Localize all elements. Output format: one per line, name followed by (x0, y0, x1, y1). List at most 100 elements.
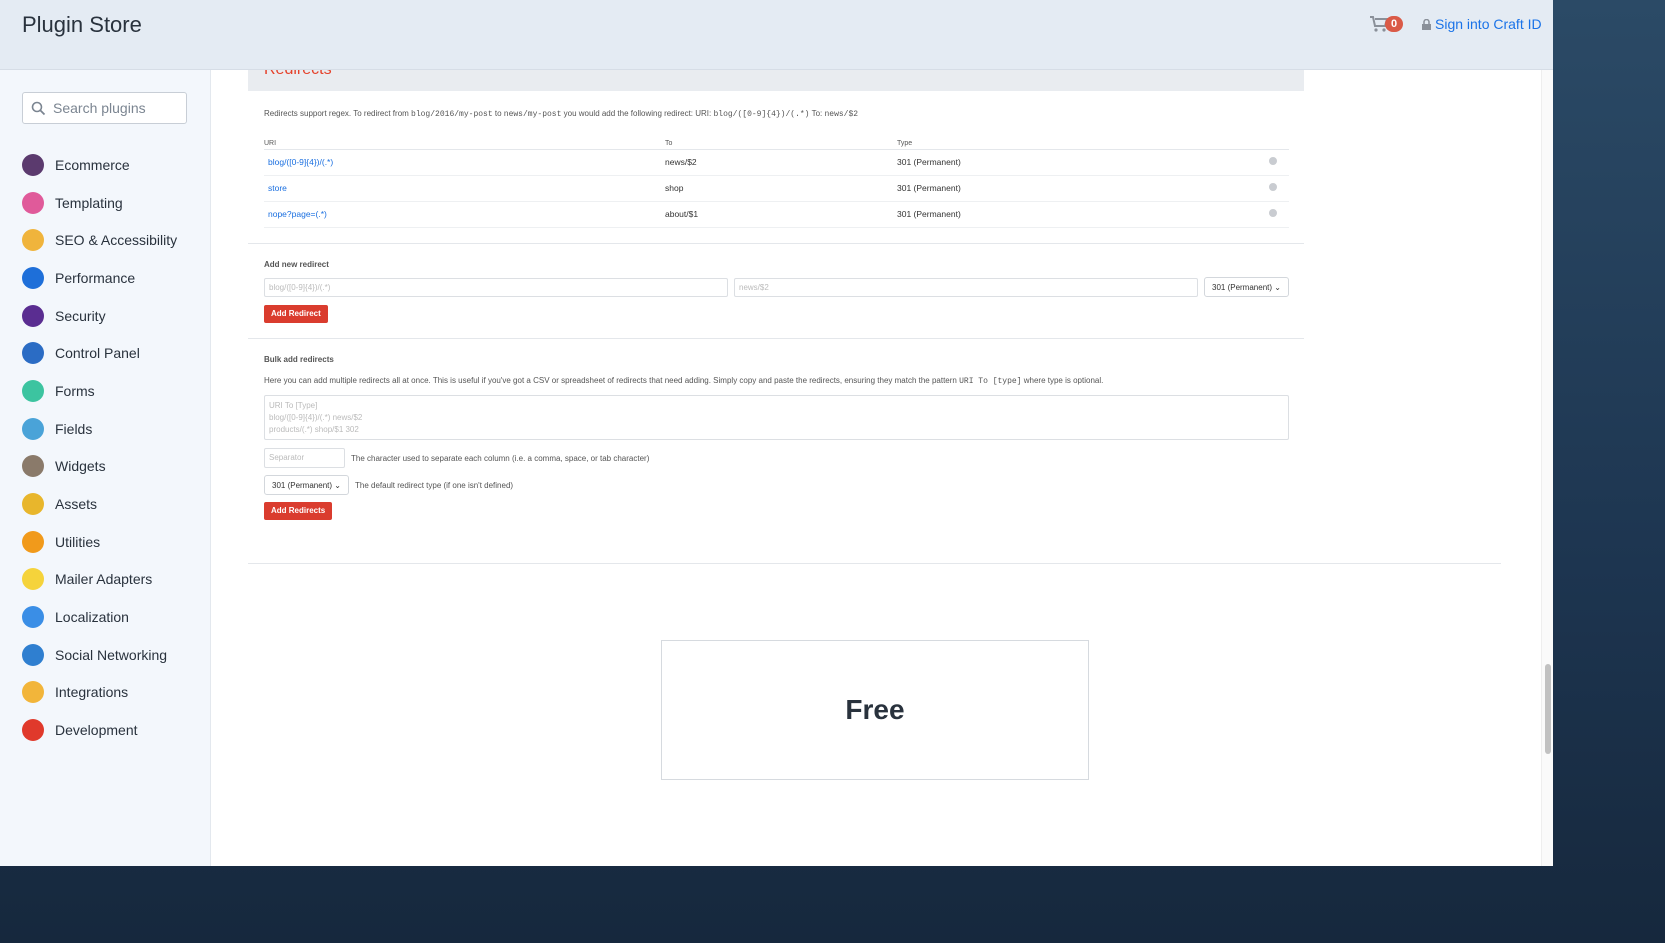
sidebar-item-label: Widgets (55, 458, 106, 475)
desc-code: URI To [type] (959, 377, 1022, 386)
separator-help: The character used to separate each colu… (351, 454, 650, 463)
sidebar-item-utilities[interactable]: Utilities (22, 523, 177, 561)
remove-icon[interactable] (1269, 209, 1277, 217)
redirect-to: about/$1 (665, 201, 897, 228)
main-content: Redirects Redirects support regex. To re… (211, 70, 1539, 866)
remove-icon[interactable] (1269, 157, 1277, 165)
desc-text: to (492, 109, 504, 118)
sidebar-item-widgets[interactable]: Widgets (22, 448, 177, 486)
sidebar-item-assets[interactable]: Assets (22, 485, 177, 523)
cart-count-badge: 0 (1385, 16, 1404, 32)
app-window: Plugin Store 0 Sign into Craft ID Search… (0, 0, 1553, 866)
table-row: nope?page=(.*) about/$1 301 (Permanent) (264, 201, 1289, 228)
sidebar-item-label: Assets (55, 496, 98, 513)
default-type-value: 301 (Permanent) (272, 481, 333, 490)
bulk-textarea[interactable]: URI To [Type] blog/([0-9]{4})/(.*) news/… (264, 395, 1289, 440)
divider (248, 563, 1501, 564)
redirect-uri-link[interactable]: nope?page=(.*) (264, 209, 327, 219)
sidebar-item-social-networking[interactable]: Social Networking (22, 636, 177, 674)
bulk-description: Here you can add multiple redirects all … (264, 376, 1103, 386)
redirects-title: Redirects (264, 70, 332, 79)
cart-button[interactable]: 0 (1370, 16, 1404, 32)
sidebar-item-label: Localization (55, 609, 129, 626)
type-help: The default redirect type (if one isn't … (355, 481, 514, 490)
type-select-value: 301 (Permanent) (1212, 283, 1273, 292)
redirects-header: Redirects (248, 70, 1304, 91)
performance-icon (22, 266, 44, 289)
sidebar-item-label: Integrations (55, 684, 129, 701)
add-new-label: Add new redirect (264, 260, 329, 269)
desc-text: Redirects support regex. To redirect fro… (264, 109, 412, 118)
seo-accessibility-icon (22, 229, 44, 252)
sidebar-item-forms[interactable]: Forms (22, 372, 177, 410)
sidebar-item-label: Forms (55, 382, 95, 399)
widgets-icon (22, 455, 44, 478)
templating-icon (22, 191, 44, 214)
redirects-panel: Redirects Redirects support regex. To re… (248, 70, 1304, 520)
integrations-icon (22, 681, 44, 704)
desc-code: news/my-post (503, 110, 562, 119)
sidebar-item-development[interactable]: Development (22, 711, 177, 749)
desc-code: blog/2016/my-post (411, 110, 493, 119)
divider (248, 243, 1304, 244)
sidebar-item-localization[interactable]: Localization (22, 598, 177, 636)
localization-icon (22, 606, 44, 629)
to-input[interactable]: news/$2 (734, 278, 1198, 297)
redirect-to: news/$2 (665, 149, 897, 176)
sidebar-item-security[interactable]: Security (22, 297, 177, 335)
sign-in-link[interactable]: Sign into Craft ID (1422, 16, 1542, 32)
redirect-uri-link[interactable]: store (264, 183, 287, 193)
forms-icon (22, 379, 44, 402)
sidebar-item-integrations[interactable]: Integrations (22, 674, 177, 712)
sidebar-item-performance[interactable]: Performance (22, 259, 177, 297)
add-redirects-button[interactable]: Add Redirects (264, 502, 333, 520)
sidebar-item-mailer-adapters[interactable]: Mailer Adapters (22, 561, 177, 599)
desc-text: To: (809, 109, 825, 118)
pricing-box: Free (661, 640, 1089, 780)
assets-icon (22, 493, 44, 516)
mailer-adapters-icon (22, 568, 44, 591)
scrollbar[interactable] (1541, 70, 1553, 866)
desc-code: news/$2 (824, 110, 859, 119)
column-header-uri: URI (264, 138, 665, 150)
sidebar-item-seo-accessibility[interactable]: SEO & Accessibility (22, 221, 177, 259)
redirect-type: 301 (Permanent) (897, 175, 1269, 202)
sidebar-item-ecommerce[interactable]: Ecommerce (22, 146, 177, 184)
redirects-table: URI To Type blog/([0-9]{4})/(.*) news/$2 301… (264, 138, 1289, 228)
lock-icon (1422, 18, 1431, 30)
default-type-select[interactable]: 301 (Permanent) ⌄ (264, 475, 349, 495)
sidebar-item-label: Control Panel (55, 345, 140, 362)
redirect-uri-link[interactable]: blog/([0-9]{4})/(.*) (264, 157, 333, 167)
desc-text: you would add the following redirect: UR… (561, 109, 714, 118)
development-icon (22, 719, 44, 742)
sidebar-item-templating[interactable]: Templating (22, 184, 177, 222)
fields-icon (22, 417, 44, 440)
table-row: store shop 301 (Permanent) (264, 175, 1289, 202)
sidebar-item-label: Templating (55, 194, 123, 211)
sidebar-item-control-panel[interactable]: Control Panel (22, 334, 177, 372)
search-input[interactable]: Search plugins (22, 92, 187, 124)
sidebar-item-fields[interactable]: Fields (22, 410, 177, 448)
scrollbar-thumb[interactable] (1545, 664, 1551, 754)
remove-icon[interactable] (1269, 183, 1277, 191)
desc-text: Here you can add multiple redirects all … (264, 376, 960, 385)
separator-input[interactable]: Separator (264, 448, 345, 468)
redirect-type: 301 (Permanent) (897, 201, 1269, 228)
social-networking-icon (22, 643, 44, 666)
category-nav: Ecommerce Templating SEO & Accessibility Pe… (22, 146, 177, 749)
sidebar-item-label: Development (55, 722, 138, 739)
sidebar-item-label: Security (55, 307, 106, 324)
ecommerce-icon (22, 153, 44, 176)
search-placeholder: Search plugins (53, 100, 146, 116)
sidebar: Search plugins Ecommerce Templating SEO & … (0, 70, 211, 866)
desc-text: where type is optional. (1021, 376, 1104, 385)
uri-input[interactable]: blog/([0-9]{4})/(.*) (264, 278, 728, 297)
add-redirect-button[interactable]: Add Redirect (264, 305, 328, 323)
search-icon (31, 101, 46, 115)
sidebar-item-label: Social Networking (55, 646, 168, 663)
type-select[interactable]: 301 (Permanent) ⌄ (1204, 277, 1289, 297)
redirect-to: shop (665, 175, 897, 202)
sidebar-item-label: Utilities (55, 533, 101, 550)
utilities-icon (22, 530, 44, 553)
sidebar-item-label: Fields (55, 420, 93, 437)
